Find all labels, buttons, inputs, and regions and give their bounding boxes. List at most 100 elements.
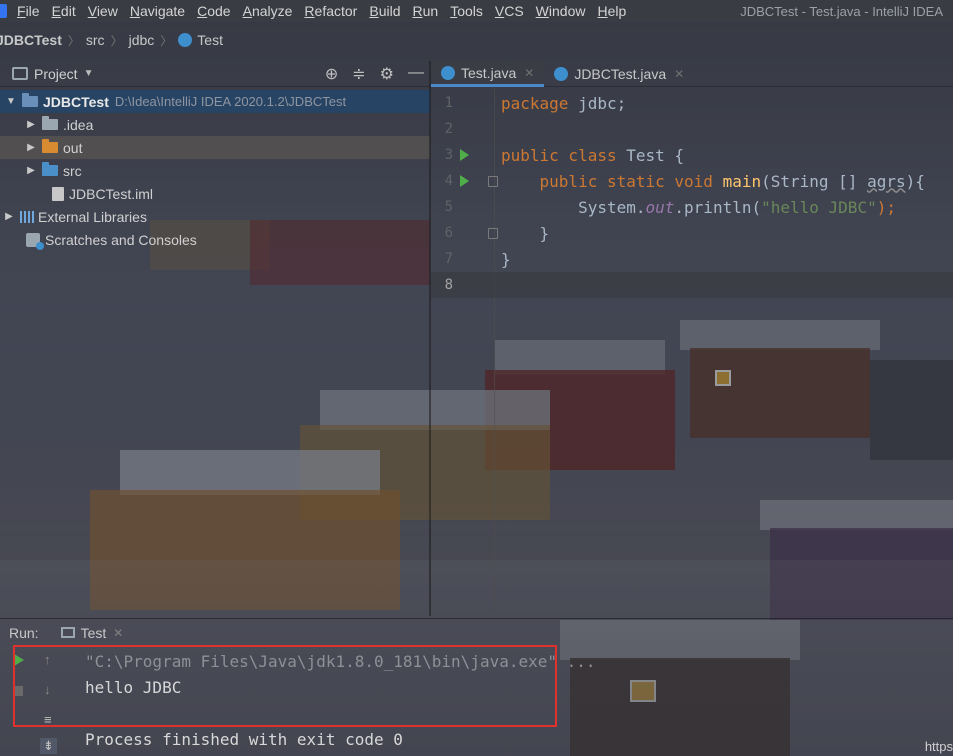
line-number: 3	[444, 147, 453, 163]
code-text: }	[501, 223, 550, 243]
watermark-text: https	[924, 739, 953, 754]
fold-icon[interactable]	[488, 175, 498, 187]
line-number: 5	[444, 199, 453, 215]
project-view-icon	[12, 67, 28, 80]
close-icon[interactable]: ✕	[674, 67, 684, 81]
menu-file[interactable]: File	[17, 3, 40, 19]
menu-run[interactable]: Run	[412, 3, 438, 19]
java-class-icon	[178, 33, 193, 47]
menu-vcs[interactable]: VCS	[495, 3, 524, 19]
code-text: public static void main(String [] agrs){	[539, 171, 925, 191]
console-line-exit: Process finished with exit code 0	[85, 730, 403, 749]
line-number: 7	[444, 251, 453, 267]
project-tree: ▼ JDBCTest D:\Idea\IntelliJ IDEA 2020.1.…	[0, 90, 430, 251]
tree-item-label: JDBCTest	[43, 93, 109, 110]
chevron-right-icon[interactable]: ▶	[24, 119, 38, 130]
menu-tools[interactable]: Tools	[450, 3, 483, 19]
java-class-icon	[441, 65, 455, 80]
breadcrumb-src[interactable]: src	[86, 32, 105, 48]
chevron-right-icon: 〉	[67, 33, 80, 48]
tab-jdbctest-java[interactable]: JDBCTest.java ✕	[544, 61, 694, 87]
tree-item-src[interactable]: ▶ src	[0, 159, 430, 182]
code-line-current[interactable]: 8	[431, 272, 953, 298]
menu-analyze[interactable]: Analyze	[243, 3, 293, 19]
run-tab-test[interactable]: Test ✕	[60, 625, 123, 641]
tree-item-external-libraries[interactable]: ▶ External Libraries	[0, 205, 430, 228]
highlight-annotation-box	[13, 645, 557, 727]
menu-help[interactable]: Help	[597, 3, 626, 19]
code-line[interactable]: 1 package jdbc;	[431, 90, 953, 116]
editor-tabs: Test.java ✕ JDBCTest.java ✕	[431, 61, 953, 87]
tree-item-idea[interactable]: ▶ .idea	[0, 113, 430, 136]
menu-navigate[interactable]: Navigate	[130, 3, 185, 19]
folder-icon	[42, 116, 58, 130]
close-icon[interactable]: ✕	[113, 626, 123, 640]
chevron-down-icon[interactable]: ▼	[4, 96, 18, 107]
tab-test-java[interactable]: Test.java ✕	[431, 61, 545, 87]
tree-item-out[interactable]: ▶ out	[0, 136, 430, 159]
collapse-all-icon[interactable]: ≑	[352, 64, 365, 84]
locate-file-icon[interactable]: ⊕	[325, 64, 338, 84]
project-panel-toolbar: ⊕ ≑ ⚙ —	[325, 64, 424, 84]
tree-item-iml[interactable]: JDBCTest.iml	[0, 182, 430, 205]
tree-item-label: Scratches and Consoles	[45, 231, 197, 248]
chevron-right-icon[interactable]: ▶	[24, 142, 38, 153]
tree-item-label: out	[63, 139, 83, 156]
code-text: public class Test {	[501, 145, 685, 165]
tree-item-label: src	[63, 162, 82, 179]
project-path: D:\Idea\IntelliJ IDEA 2020.1.2\JDBCTest	[114, 94, 347, 109]
menu-window[interactable]: Window	[536, 3, 586, 19]
code-line[interactable]: 3 public class Test {	[431, 142, 953, 168]
breadcrumb-project[interactable]: JDBCTest	[0, 32, 62, 48]
tree-item-label: .idea	[63, 116, 94, 133]
line-number: 8	[444, 277, 453, 293]
line-number: 4	[444, 173, 453, 189]
line-number: 2	[444, 121, 453, 137]
tree-item-label: External Libraries	[38, 208, 147, 225]
module-file-icon	[52, 186, 64, 201]
run-gutter-icon[interactable]	[460, 149, 469, 161]
console-icon	[60, 627, 75, 638]
chevron-right-icon: 〉	[160, 33, 173, 48]
run-gutter-icon[interactable]	[460, 175, 469, 187]
code-text: }	[501, 249, 511, 269]
code-text: package jdbc;	[501, 93, 627, 113]
run-panel-label: Run:	[9, 624, 39, 641]
breadcrumb-class[interactable]: Test	[197, 32, 223, 48]
chevron-right-icon[interactable]: ▶	[24, 165, 38, 176]
close-icon[interactable]: ✕	[524, 66, 534, 80]
chevron-down-icon[interactable]: ▼	[84, 68, 94, 79]
intellij-app-icon	[0, 4, 7, 18]
tab-label: Test.java	[461, 64, 517, 81]
source-folder-icon	[42, 162, 58, 176]
tree-item-label: JDBCTest.iml	[69, 185, 154, 202]
project-panel-header: Project ▼ ⊕ ≑ ⚙ —	[0, 61, 430, 87]
code-text: System.out.println("hello JDBC");	[501, 197, 896, 217]
menu-bar: File Edit View Navigate Code Analyze Ref…	[0, 0, 953, 22]
java-class-icon	[554, 67, 569, 81]
code-line[interactable]: 5 System.out.println("hello JDBC");	[431, 194, 953, 220]
gear-icon[interactable]: ⚙	[380, 64, 394, 84]
code-line[interactable]: 6 }	[431, 220, 953, 246]
menu-refactor[interactable]: Refactor	[304, 3, 357, 19]
menu-edit[interactable]: Edit	[52, 3, 76, 19]
menu-code[interactable]: Code	[197, 3, 230, 19]
code-line[interactable]: 4 public static void main(String [] agrs…	[431, 168, 953, 194]
hide-panel-icon[interactable]: —	[408, 64, 424, 84]
project-view-selector[interactable]: Project	[34, 66, 78, 82]
tree-item-jdbctest[interactable]: ▼ JDBCTest D:\Idea\IntelliJ IDEA 2020.1.…	[0, 90, 430, 113]
tab-label: JDBCTest.java	[574, 66, 667, 82]
breadcrumb: JDBCTest 〉 src 〉 jdbc 〉 Test	[0, 28, 953, 52]
chevron-right-icon[interactable]: ▶	[2, 211, 16, 222]
line-number: 6	[444, 225, 453, 241]
chevron-right-icon: 〉	[110, 33, 123, 48]
fold-icon[interactable]	[488, 227, 498, 239]
scroll-to-end-icon[interactable]: ⇟	[40, 738, 57, 754]
breadcrumb-package[interactable]: jdbc	[129, 32, 155, 48]
code-line[interactable]: 7 }	[431, 246, 953, 272]
code-editor[interactable]: 1 package jdbc; 2 3 public class Test { …	[431, 89, 953, 616]
menu-build[interactable]: Build	[369, 3, 400, 19]
menu-view[interactable]: View	[88, 3, 118, 19]
code-line[interactable]: 2	[431, 116, 953, 142]
tree-item-scratches[interactable]: Scratches and Consoles	[0, 228, 430, 251]
